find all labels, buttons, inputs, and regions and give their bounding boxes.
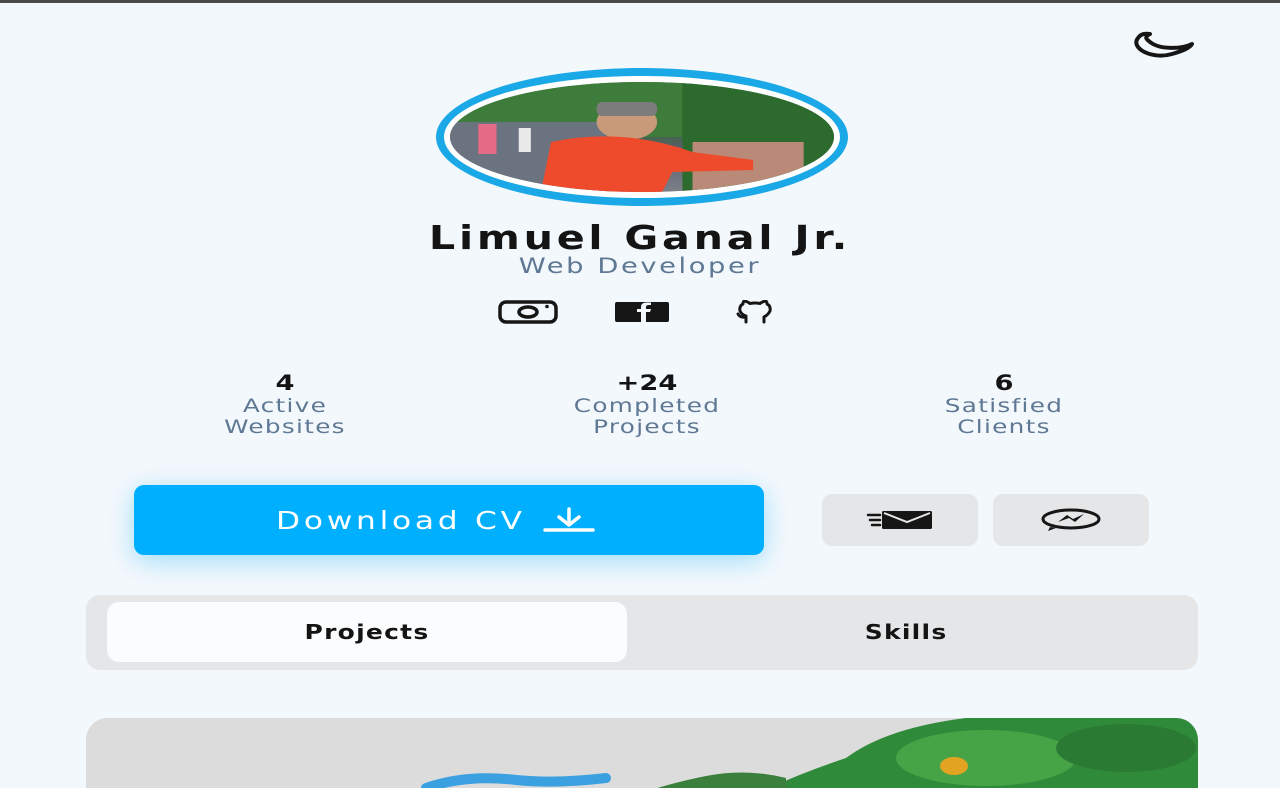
stat-label-line2: Clients bbox=[957, 416, 1051, 438]
messenger-button[interactable] bbox=[993, 494, 1149, 546]
stat-label-line1: Active bbox=[242, 395, 328, 417]
stat-active-websites: 4 Active Websites bbox=[90, 370, 480, 438]
email-button[interactable] bbox=[822, 494, 978, 546]
content-tabs: Projects Skills bbox=[86, 595, 1198, 670]
profile-name: Limuel Ganal Jr. bbox=[428, 218, 852, 257]
avatar bbox=[450, 82, 834, 192]
github-link[interactable] bbox=[728, 294, 782, 330]
stat-label-line2: Projects bbox=[593, 416, 701, 438]
stat-label-line1: Completed bbox=[573, 395, 721, 417]
messenger-icon bbox=[1041, 508, 1101, 531]
stat-value: +24 bbox=[616, 371, 678, 395]
stat-label-line1: Satisfied bbox=[944, 395, 1064, 417]
github-icon bbox=[736, 300, 772, 324]
profile-role: Web Developer bbox=[518, 254, 762, 278]
stat-value: 6 bbox=[994, 371, 1014, 395]
download-cv-label: Download CV bbox=[276, 505, 526, 535]
instagram-icon bbox=[498, 300, 558, 324]
tab-projects-label: Projects bbox=[304, 620, 430, 644]
stat-label-line2: Websites bbox=[224, 416, 346, 438]
stat-completed-projects: +24 Completed Projects bbox=[452, 370, 842, 438]
stat-satisfied-clients: 6 Satisfied Clients bbox=[809, 370, 1199, 438]
theme-toggle-button[interactable] bbox=[1126, 26, 1196, 62]
social-links bbox=[0, 294, 1280, 334]
facebook-icon bbox=[615, 302, 669, 322]
top-border bbox=[0, 0, 1280, 3]
facebook-link[interactable] bbox=[614, 294, 670, 330]
tab-skills[interactable]: Skills bbox=[636, 602, 1176, 662]
download-icon bbox=[543, 507, 595, 532]
moon-icon bbox=[1134, 31, 1194, 58]
project-card[interactable] bbox=[86, 718, 1198, 788]
project-thumbnail bbox=[86, 718, 1198, 788]
avatar-ring bbox=[436, 68, 848, 206]
download-cv-button[interactable]: Download CV bbox=[134, 485, 764, 555]
tab-skills-label: Skills bbox=[864, 620, 948, 644]
tab-projects[interactable]: Projects bbox=[107, 602, 627, 662]
stat-value: 4 bbox=[275, 371, 295, 395]
instagram-link[interactable] bbox=[498, 294, 558, 330]
email-icon bbox=[866, 511, 932, 529]
